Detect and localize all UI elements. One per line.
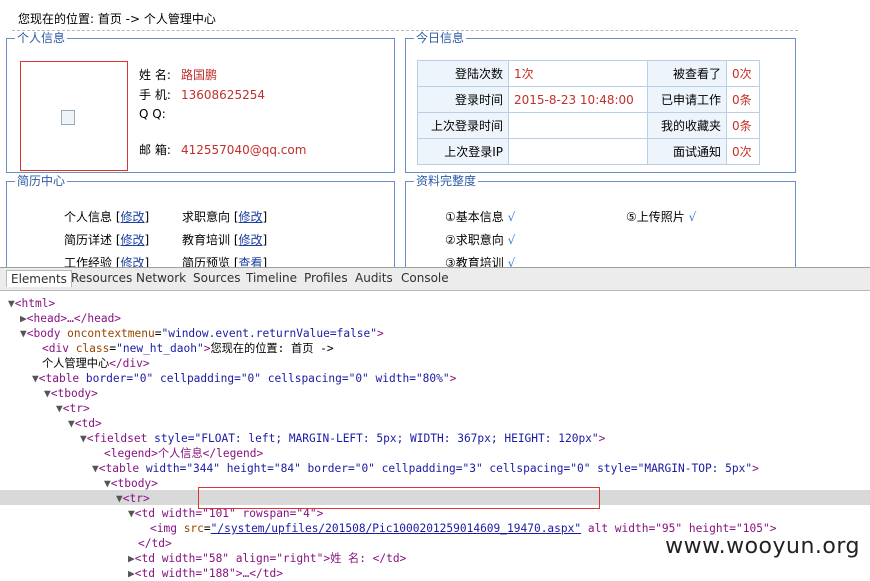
dom-node[interactable]: ▼<fieldset style="FLOAT: left; MARGIN-LE…	[80, 431, 605, 446]
breadcrumb: 您现在的位置: 首页 -> 个人管理中心	[18, 12, 216, 26]
table-row: 上次登录IP 面试通知 0次	[417, 138, 760, 165]
expand-triangle-icon[interactable]: ▼	[20, 327, 27, 340]
dom-node[interactable]: ▶<head>…</head>	[20, 311, 121, 326]
dom-node[interactable]: <div class="new_ht_daoh">您现在的位置: 首页 ->	[42, 341, 334, 356]
email-row: 邮 箱: 412557040@qq.com	[139, 143, 307, 157]
tab-audits[interactable]: Audits	[355, 271, 393, 285]
completeness-item: ⑤上传照片 √	[626, 210, 697, 224]
expand-triangle-icon[interactable]: ▼	[32, 372, 39, 385]
expand-triangle-icon[interactable]: ▼	[104, 477, 111, 490]
dom-node[interactable]: ▶<td width="58" align="right">姓 名: </td>	[128, 551, 406, 566]
dom-node[interactable]: <legend>个人信息</legend>	[104, 446, 263, 461]
dom-node[interactable]: </td>	[138, 536, 172, 551]
resume-center-legend: 简历中心	[15, 174, 68, 189]
dom-node[interactable]: ▼<html>	[8, 296, 55, 311]
expand-triangle-icon[interactable]: ▼	[8, 297, 15, 310]
table-row: 上次登录时间 我的收藏夹 0条	[417, 112, 760, 139]
watermark: www.wooyun.org	[665, 534, 860, 559]
dom-node[interactable]: ▶<td width="188">…</td>	[128, 566, 283, 581]
expand-triangle-icon[interactable]: ▼	[68, 417, 75, 430]
expand-triangle-icon[interactable]: ▼	[92, 462, 99, 475]
breadcrumb-divider	[12, 30, 798, 31]
edit-link[interactable]: 修改	[121, 233, 145, 247]
table-row: 登陆次数 1次 被查看了 0次	[417, 60, 760, 87]
qq-row: Q Q:	[139, 107, 166, 121]
img-src-link[interactable]: "/system/upfiles/201508/Pic1000201259014…	[211, 522, 581, 535]
tab-profiles[interactable]: Profiles	[304, 271, 348, 285]
resume-item: 简历详述 [修改]	[64, 233, 150, 247]
edit-link[interactable]: 修改	[239, 210, 263, 224]
dom-node[interactable]: ▼<tbody>	[104, 476, 158, 491]
collapse-triangle-icon[interactable]: ▶	[128, 567, 135, 580]
check-icon: √	[688, 210, 697, 224]
edit-link[interactable]: 修改	[121, 210, 145, 224]
resume-item: 教育培训 [修改]	[182, 233, 268, 247]
completeness-legend: 资料完整度	[414, 174, 479, 189]
highlight-box	[198, 487, 600, 509]
tab-sources[interactable]: Sources	[193, 271, 240, 285]
dom-node[interactable]: ▼<table width="344" height="84" border="…	[92, 461, 759, 476]
devtools-tab-bar: Elements Resources Network Sources Timel…	[0, 268, 870, 291]
expand-triangle-icon[interactable]: ▼	[128, 507, 135, 520]
dom-node[interactable]: ▼<td>	[68, 416, 102, 431]
completeness-item: ②求职意向 √	[445, 233, 516, 247]
devtools-panel: Elements Resources Network Sources Timel…	[0, 267, 870, 580]
broken-image-icon	[61, 110, 75, 125]
expand-triangle-icon[interactable]: ▼	[44, 387, 51, 400]
dom-node-text: 个人管理中心</div>	[42, 357, 150, 370]
resume-item: 个人信息 [修改]	[64, 210, 150, 224]
resume-item: 求职意向 [修改]	[182, 210, 268, 224]
collapse-triangle-icon[interactable]: ▶	[20, 312, 27, 325]
collapse-triangle-icon[interactable]: ▶	[128, 552, 135, 565]
dom-node[interactable]: ▼<tr>	[116, 491, 150, 506]
expand-triangle-icon[interactable]: ▼	[116, 492, 123, 505]
check-icon: √	[507, 233, 516, 247]
today-info-table: 登陆次数 1次 被查看了 0次 登录时间 2015-8-23 10:48:00 …	[417, 60, 760, 165]
tab-network[interactable]: Network	[136, 271, 186, 285]
dom-node[interactable]: ▼<body oncontextmenu="window.event.retur…	[20, 326, 384, 341]
phone-row: 手 机: 13608625254	[139, 88, 265, 102]
tab-console[interactable]: Console	[401, 271, 449, 285]
edit-link[interactable]: 修改	[239, 233, 263, 247]
dom-node[interactable]: ▼<tr>	[56, 401, 90, 416]
tab-resources[interactable]: Resources	[71, 271, 132, 285]
dom-node[interactable]: ▼<table border="0" cellpadding="0" cells…	[32, 371, 456, 386]
check-icon: √	[507, 210, 516, 224]
tab-timeline[interactable]: Timeline	[246, 271, 297, 285]
expand-triangle-icon[interactable]: ▼	[56, 402, 63, 415]
completeness-item: ①基本信息 √	[445, 210, 516, 224]
personal-info-legend: 个人信息	[15, 31, 68, 46]
profile-photo	[20, 61, 128, 171]
dom-node[interactable]: ▼<tbody>	[44, 386, 98, 401]
today-info-legend: 今日信息	[414, 31, 467, 46]
name-row: 姓 名: 路国鹏	[139, 68, 218, 82]
table-row: 登录时间 2015-8-23 10:48:00 已申请工作 0条	[417, 86, 760, 113]
expand-triangle-icon[interactable]: ▼	[80, 432, 87, 445]
tab-elements[interactable]: Elements	[6, 270, 72, 287]
